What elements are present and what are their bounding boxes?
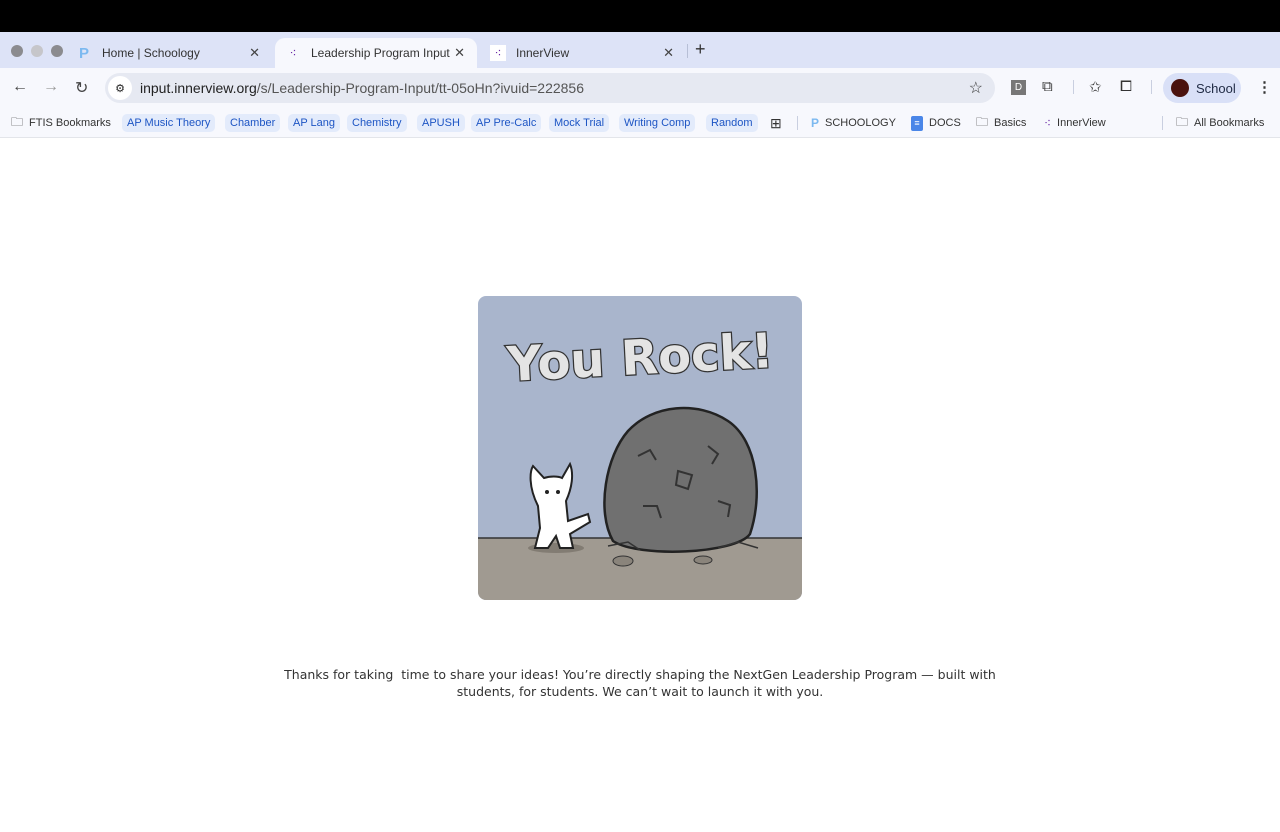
bookmarks-star-icon[interactable]: ✩ <box>1089 78 1102 96</box>
extensions-puzzle-icon[interactable]: ⧉ <box>1042 78 1053 95</box>
close-window-button[interactable] <box>11 45 23 57</box>
tab-divider <box>687 44 688 58</box>
url-path: /s/Leadership-Program-Input/tt-05oHn?ivu… <box>256 80 585 96</box>
folder-icon: 🗀 <box>11 114 24 129</box>
bookmark-writing-comp[interactable]: Writing Comp <box>619 114 696 132</box>
avatar <box>1171 79 1189 97</box>
screen-top-bar <box>0 0 1280 32</box>
url-host: input.innerview.org <box>140 80 257 96</box>
toolbar-divider <box>1151 80 1152 94</box>
minimize-window-button[interactable] <box>31 45 43 57</box>
bookmarks-divider <box>1162 116 1163 130</box>
tab-title: InnerView <box>516 46 570 60</box>
bookmark-mock-trial[interactable]: Mock Trial <box>549 114 610 132</box>
reload-icon[interactable]: ↻ <box>75 78 88 98</box>
close-tab-icon[interactable]: ✕ <box>454 45 465 61</box>
site-info-icon[interactable]: ⚙ <box>108 76 132 100</box>
you-rock-illustration: You Rock! <box>478 296 802 600</box>
bookmark-star-icon[interactable]: ☆ <box>969 78 983 98</box>
bookmark-apush[interactable]: APUSH <box>417 114 465 132</box>
google-docs-icon: ≡ <box>911 115 923 131</box>
bookmark-ap-lang[interactable]: AP Lang <box>288 114 341 132</box>
bookmark-ap-pre-calc[interactable]: AP Pre-Calc <box>471 114 542 132</box>
zoom-window-button[interactable] <box>51 45 63 57</box>
bookmark-ftis-folder[interactable]: 🗀 FTIS Bookmarks <box>11 114 111 132</box>
close-tab-icon[interactable]: ✕ <box>249 45 260 61</box>
back-icon[interactable]: ← <box>12 78 28 96</box>
folder-icon: 🗀 <box>976 114 989 129</box>
bookmarks-divider <box>797 116 798 130</box>
bookmark-innerview[interactable]: ⁖ InnerView <box>1044 114 1106 132</box>
profile-name: School <box>1196 80 1236 96</box>
extension-d-icon[interactable]: D <box>1011 80 1026 95</box>
close-tab-icon[interactable]: ✕ <box>663 45 674 61</box>
schoology-icon: P <box>78 44 89 62</box>
window-controls <box>11 45 63 57</box>
innerview-icon: ⁖ <box>1044 116 1052 130</box>
bookmark-label: DOCS <box>929 117 961 129</box>
bookmark-basics-folder[interactable]: 🗀 Basics <box>976 114 1026 132</box>
message-line-1: Thanks for taking time to share your ide… <box>284 667 996 682</box>
thank-you-message: Thanks for taking time to share your ide… <box>280 666 1000 700</box>
bookmark-label: InnerView <box>1057 117 1106 129</box>
bookmark-label: SCHOOLOGY <box>825 117 896 129</box>
tab-title: Leadership Program Input <box>311 46 450 60</box>
profile-button[interactable]: School <box>1163 73 1241 103</box>
toolbar-divider <box>1073 80 1074 94</box>
schoology-icon: P <box>811 116 820 130</box>
folder-icon: 🗀 <box>1176 114 1189 129</box>
all-bookmarks-folder[interactable]: 🗀 All Bookmarks <box>1176 114 1264 132</box>
apps-grid-icon[interactable]: ⊞ <box>770 114 782 132</box>
bookmark-schoology[interactable]: P SCHOOLOGY <box>811 114 896 132</box>
bookmarks-bar: 🗀 FTIS Bookmarks AP Music Theory Chamber … <box>0 108 1280 138</box>
innerview-icon: ⁖ <box>490 45 506 61</box>
tab-strip: P Home | Schoology ✕ ⁖ Leadership Progra… <box>0 32 1280 68</box>
tab-innerview[interactable]: ⁖ InnerView ✕ <box>480 38 686 68</box>
bookmark-label: Basics <box>994 117 1027 129</box>
bookmark-docs[interactable]: ≡ DOCS <box>911 114 961 132</box>
new-tab-button[interactable]: + <box>695 39 706 60</box>
tab-search-icon[interactable]: ⧠ <box>1120 78 1132 95</box>
bookmark-ap-music-theory[interactable]: AP Music Theory <box>122 114 216 132</box>
bookmark-label: FTIS Bookmarks <box>29 117 111 129</box>
bookmark-chemistry[interactable]: Chemistry <box>347 114 407 132</box>
forward-icon[interactable]: → <box>43 78 59 96</box>
menu-kebab-icon[interactable]: ⋮ <box>1257 78 1272 96</box>
innerview-icon: ⁖ <box>289 46 297 60</box>
bookmark-random[interactable]: Random <box>706 114 758 132</box>
address-bar[interactable]: ⚙ input.innerview.org/s/Leadership-Progr… <box>105 73 995 103</box>
message-line-2: students, for students. We can’t wait to… <box>456 684 824 699</box>
tab-leadership-program-input[interactable]: ⁖ Leadership Program Input ✕ <box>275 38 477 68</box>
tab-title: Home | Schoology <box>102 46 200 60</box>
tab-schoology[interactable]: P Home | Schoology ✕ <box>66 38 272 68</box>
browser-toolbar: ← → ↻ ⚙ input.innerview.org/s/Leadership… <box>0 68 1280 108</box>
bookmark-chamber[interactable]: Chamber <box>225 114 281 132</box>
bookmark-label: All Bookmarks <box>1194 117 1265 129</box>
